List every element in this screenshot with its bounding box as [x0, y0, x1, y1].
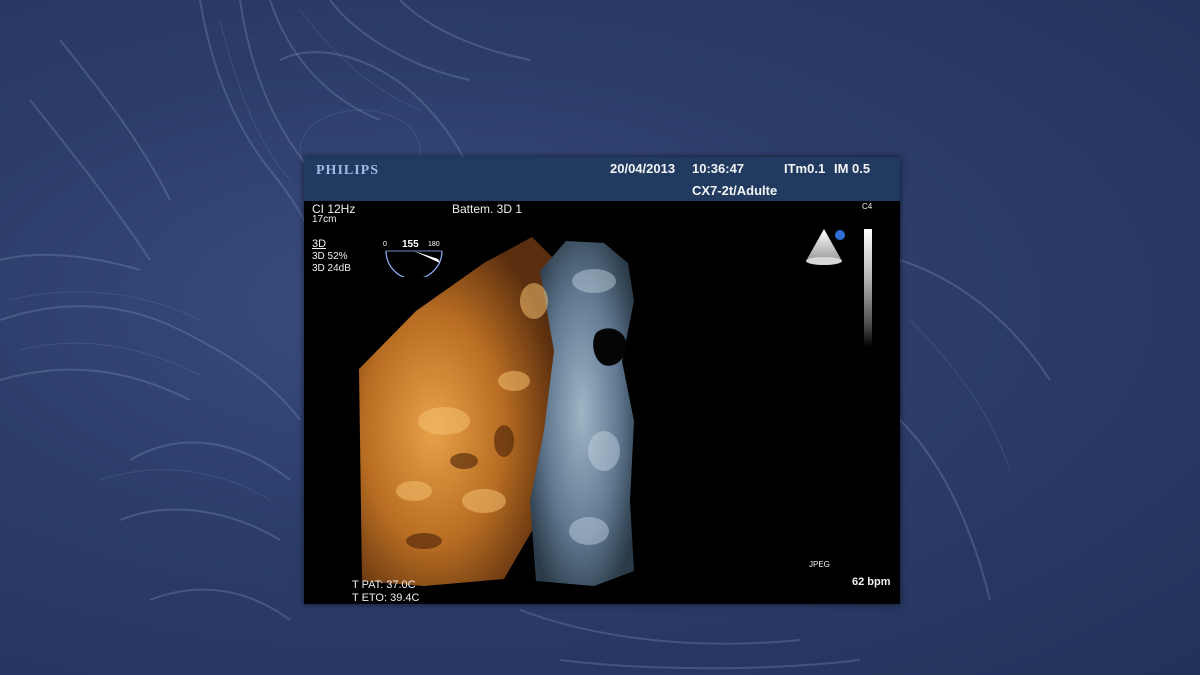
angle-min-label: 0	[383, 241, 387, 248]
angle-gauge-icon: 0 155 180	[383, 239, 443, 277]
patient-temperature: T PAT: 37.0C	[352, 579, 416, 591]
probe-orientation-dot	[835, 230, 845, 240]
ultrasound-header-bar: PHILIPS 20/04/2013 10:36:47 ITm0.1 IM 0.…	[304, 157, 900, 201]
preset-label: Battem. 3D 1	[452, 202, 523, 216]
brand-logo-text: PHILIPS	[316, 163, 380, 178]
mode-gain-percent: 3D 52%	[312, 251, 348, 262]
depth-label: 17cm	[312, 214, 337, 225]
probe-preset: CX7-2t/Adulte	[692, 183, 778, 198]
heart-rate-label: 62 bpm	[852, 576, 891, 588]
grayscale-bar	[864, 229, 872, 347]
probe-temperature: T ETO: 39.4C	[352, 592, 420, 604]
ultrasound-window: PHILIPS 20/04/2013 10:36:47 ITm0.1 IM 0.…	[304, 157, 900, 604]
grayscale-map-label: C4	[862, 202, 873, 211]
angle-value-label: 155	[402, 239, 419, 250]
mechanical-index: IM 0.5	[834, 161, 871, 176]
thermal-index: ITm0.1	[784, 161, 826, 176]
format-label: JPEG	[809, 560, 830, 569]
exam-time: 10:36:47	[692, 161, 745, 176]
probe-sector-icon	[806, 229, 845, 265]
mode-label: 3D	[312, 238, 327, 250]
exam-date: 20/04/2013	[610, 161, 676, 176]
angle-max-label: 180	[428, 241, 440, 248]
mode-gain-db: 3D 24dB	[312, 263, 351, 274]
